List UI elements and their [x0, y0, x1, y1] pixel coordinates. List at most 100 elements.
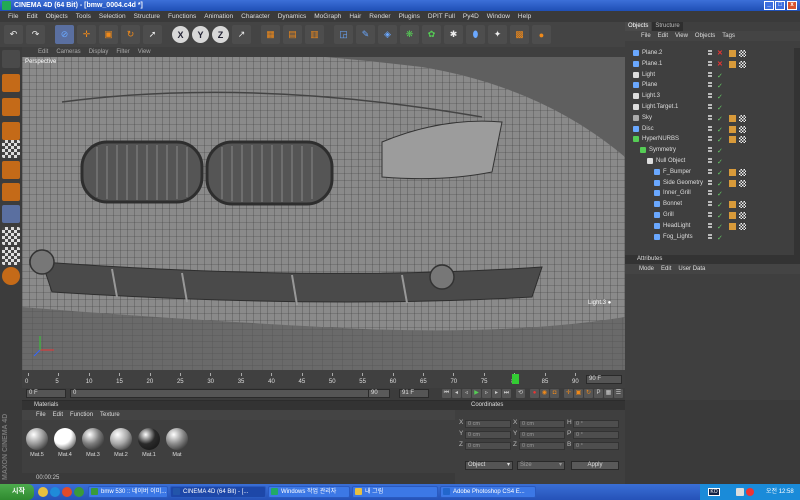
timeline-playhead[interactable]: [511, 374, 519, 384]
tray-network-icon[interactable]: [736, 488, 744, 496]
coordinate-system-icon[interactable]: ↗: [232, 25, 251, 44]
enabled-check-icon[interactable]: ✓: [717, 233, 723, 244]
taskbar-task[interactable]: CINEMA 4D (64 Bit) - [...: [170, 486, 266, 498]
object-row[interactable]: Disc ✓: [625, 124, 800, 135]
next-frame-icon[interactable]: ▹: [482, 389, 491, 398]
quicklaunch-media-icon[interactable]: [62, 487, 72, 497]
nurbs-icon[interactable]: ◈: [378, 25, 397, 44]
visibility-dots-icon[interactable]: [708, 60, 712, 67]
object-row[interactable]: Light ✓: [625, 70, 800, 81]
phong-tag-icon[interactable]: [739, 179, 746, 187]
camera-icon[interactable]: ⬮: [466, 25, 485, 44]
viewport-menu-cameras[interactable]: Cameras: [56, 49, 80, 55]
menu-character[interactable]: Character: [237, 13, 274, 20]
material-ball[interactable]: [110, 428, 132, 450]
end-frame-input[interactable]: 91 F: [399, 389, 429, 398]
attributes-menu-mode[interactable]: Mode: [639, 266, 654, 272]
visibility-dots-icon[interactable]: [708, 147, 712, 154]
coordinate-value-field[interactable]: 0 °: [573, 420, 619, 428]
phong-tag-icon[interactable]: [739, 201, 746, 209]
visibility-dots-icon[interactable]: [708, 136, 712, 143]
render-picture-viewer-icon[interactable]: ▤: [283, 25, 302, 44]
go-to-end-icon[interactable]: ⏭: [502, 389, 511, 398]
texture-tag-icon[interactable]: [729, 50, 736, 57]
calculator-icon[interactable]: ▩: [510, 25, 529, 44]
menu-dynamics[interactable]: Dynamics: [274, 13, 311, 20]
next-key-icon[interactable]: ▸: [492, 389, 501, 398]
object-row[interactable]: Null Object ✓: [625, 156, 800, 167]
visibility-dots-icon[interactable]: [708, 82, 712, 89]
object-row[interactable]: Plane.2 ✕: [625, 48, 800, 59]
workplane-icon[interactable]: [2, 247, 20, 265]
menu-mograph[interactable]: MoGraph: [310, 13, 345, 20]
undo-icon[interactable]: ↶: [4, 25, 23, 44]
coordinate-value-field[interactable]: 0 °: [573, 431, 619, 439]
visibility-dots-icon[interactable]: [708, 158, 712, 164]
axis-mode-icon[interactable]: [2, 122, 20, 140]
menu-py4d[interactable]: Py4D: [459, 13, 483, 20]
menu-dpit-full[interactable]: DPIT Full: [424, 13, 459, 20]
menu-selection[interactable]: Selection: [95, 13, 130, 20]
coordinate-value-field[interactable]: 0 cm: [519, 431, 565, 439]
maximize-icon[interactable]: □: [775, 1, 785, 10]
tab-objects[interactable]: Objects: [625, 22, 652, 31]
texture-mode-icon[interactable]: [2, 98, 20, 116]
materials-menu-function[interactable]: Function: [70, 412, 93, 418]
viewport-menu-display[interactable]: Display: [89, 49, 109, 55]
timeline-menu-icon[interactable]: ☰: [614, 389, 623, 398]
object-mode-icon[interactable]: [2, 74, 20, 92]
object-row[interactable]: Sky ✓: [625, 113, 800, 124]
scale-key-icon[interactable]: ▣: [574, 389, 583, 398]
rotation-key-icon[interactable]: ↻: [584, 389, 593, 398]
coordinate-value-field[interactable]: 0 cm: [519, 442, 565, 450]
visibility-dots-icon[interactable]: [708, 190, 712, 197]
parameter-key-icon[interactable]: P: [594, 389, 603, 398]
tray-security-icon[interactable]: [746, 488, 754, 496]
texture-tag-icon[interactable]: [729, 136, 736, 144]
prev-frame-icon[interactable]: ◃: [462, 389, 471, 398]
sphere-render-icon[interactable]: ●: [532, 25, 551, 44]
live-select-icon[interactable]: ⊘: [55, 25, 74, 44]
texture-tag-icon[interactable]: [729, 179, 736, 187]
phong-tag-icon[interactable]: [739, 60, 746, 68]
quicklaunch-browser-icon[interactable]: [74, 487, 84, 497]
recent-tool-icon[interactable]: ➚: [143, 25, 162, 44]
light-icon[interactable]: ✦: [488, 25, 507, 44]
object-menu-edit[interactable]: Edit: [658, 33, 668, 39]
visibility-dots-icon[interactable]: [708, 233, 712, 240]
materials-menu-edit[interactable]: Edit: [53, 412, 63, 418]
disabled-x-icon[interactable]: ✕: [717, 48, 723, 59]
material-ball[interactable]: [166, 428, 188, 450]
move-tool-icon[interactable]: ✛: [77, 25, 96, 44]
menu-hair[interactable]: Hair: [345, 13, 365, 20]
array-icon[interactable]: ❋: [400, 25, 419, 44]
scale-tool-icon[interactable]: ▣: [99, 25, 118, 44]
autokey-icon[interactable]: ◉: [540, 389, 549, 398]
redo-icon[interactable]: ↷: [26, 25, 45, 44]
taskbar-task[interactable]: bmw 530 :: 네이버 이미...: [88, 486, 168, 498]
menu-window[interactable]: Window: [483, 13, 514, 20]
coordinate-mode-select[interactable]: Object ▾: [465, 461, 513, 470]
z-axis-icon[interactable]: Z: [212, 26, 229, 43]
object-row[interactable]: Light.3 ✓: [625, 91, 800, 102]
object-row[interactable]: HyperNURBS ✓: [625, 134, 800, 145]
timeline-ruler[interactable]: 051015202530354045505560657075808590: [25, 370, 615, 388]
quicklaunch-explorer-icon[interactable]: [38, 487, 48, 497]
coordinate-value-field[interactable]: 0 cm: [465, 442, 511, 450]
coordinate-size-select[interactable]: Size ▾: [517, 461, 565, 470]
materials-menu-texture[interactable]: Texture: [100, 412, 120, 418]
menu-edit[interactable]: Edit: [22, 13, 41, 20]
texture-tag-icon[interactable]: [729, 125, 736, 133]
material-ball[interactable]: [26, 428, 48, 450]
material-ball[interactable]: [138, 428, 160, 450]
attributes-menu-edit[interactable]: Edit: [661, 266, 671, 272]
object-menu-file[interactable]: File: [641, 33, 651, 39]
minimize-icon[interactable]: _: [764, 1, 774, 10]
visibility-dots-icon[interactable]: [708, 179, 712, 186]
start-button[interactable]: 시작: [0, 484, 34, 500]
object-row[interactable]: Symmetry ✓: [625, 145, 800, 156]
phong-tag-icon[interactable]: [739, 50, 746, 57]
menu-tools[interactable]: Tools: [72, 13, 95, 20]
scene-environment-icon[interactable]: ✱: [444, 25, 463, 44]
language-indicator[interactable]: KO: [708, 488, 720, 496]
